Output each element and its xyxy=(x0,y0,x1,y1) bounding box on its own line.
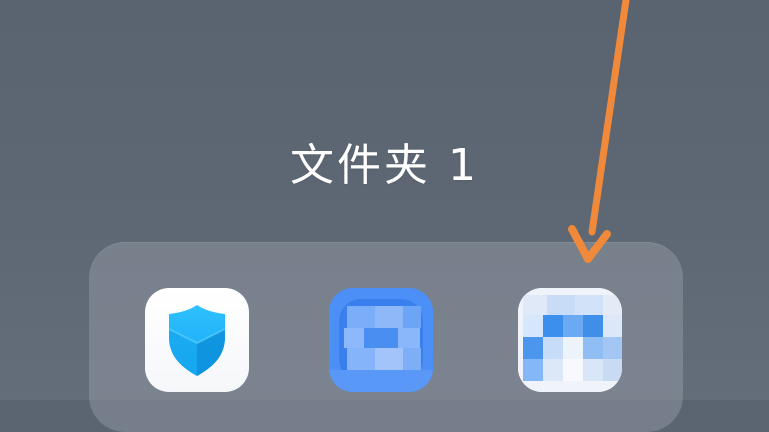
blurred-blue-app[interactable] xyxy=(329,288,433,392)
folder-title[interactable]: 文件夹 1 xyxy=(0,140,769,192)
security-shield-app[interactable] xyxy=(145,288,249,392)
blurred-blue-app-icon xyxy=(329,288,433,392)
blurred-light-app-icon xyxy=(518,288,622,392)
blurred-light-app[interactable] xyxy=(518,288,622,392)
security-shield-icon xyxy=(168,305,226,376)
